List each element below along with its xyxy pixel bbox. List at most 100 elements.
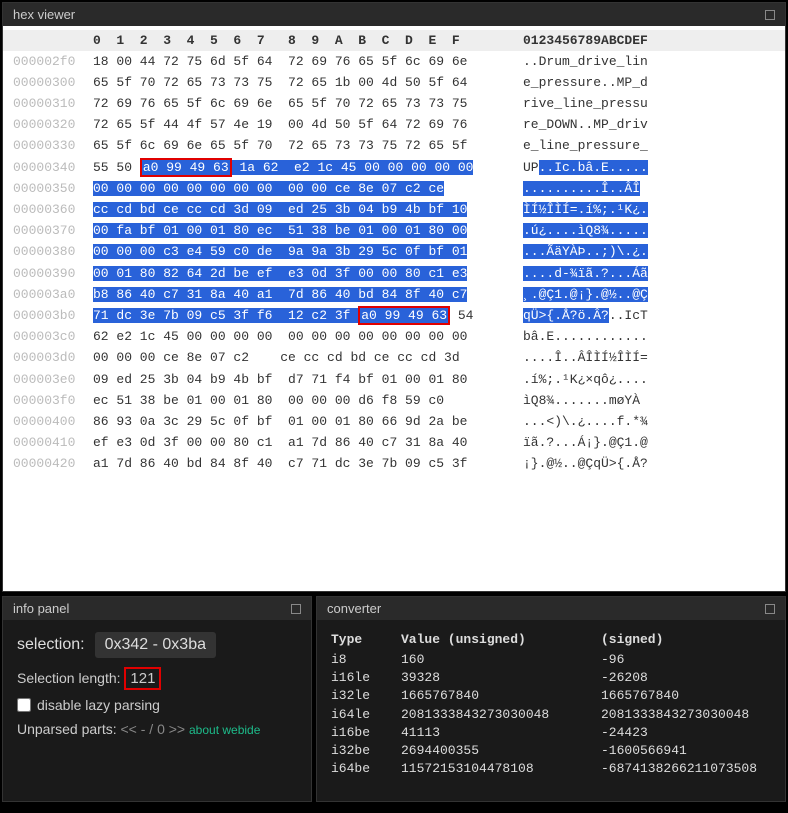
conv-signed: -26208	[601, 669, 771, 687]
hex-bytes[interactable]: 72 69 76 65 5f 6c 69 6e 65 5f 70 72 65 7…	[93, 95, 523, 113]
hex-ascii[interactable]: ïã.?...Á¡}.@Ç1.@	[523, 434, 703, 452]
hex-address: 000003b0	[3, 307, 93, 325]
unparsed-nav[interactable]: << - / 0 >>	[121, 721, 186, 737]
hex-row[interactable]: 0000033065 5f 6c 69 6e 65 5f 70 72 65 73…	[3, 136, 785, 157]
lazy-parsing-row[interactable]: disable lazy parsing	[17, 697, 297, 713]
unparsed-label: Unparsed parts:	[17, 721, 117, 737]
hex-row[interactable]: 000002f018 00 44 72 75 6d 5f 64 72 69 76…	[3, 51, 785, 72]
hex-row[interactable]: 00000420a1 7d 86 40 bd 84 8f 40 c7 71 dc…	[3, 454, 785, 475]
hex-address: 00000360	[3, 201, 93, 219]
hex-bytes[interactable]: 00 01 80 82 64 2d be ef e3 0d 3f 00 00 8…	[93, 265, 523, 283]
hex-ascii[interactable]: ¡}.@½..@ÇqÜ>{.Å?	[523, 455, 703, 473]
hex-ascii[interactable]: .ú¿....ìQ8¾.....	[523, 222, 703, 240]
info-panel-header: info panel	[3, 597, 311, 620]
highlight-marker: a0 99 49 63	[140, 158, 232, 177]
hex-bytes[interactable]: 72 65 5f 44 4f 57 4e 19 00 4d 50 5f 64 7…	[93, 116, 523, 134]
hex-address: 00000310	[3, 95, 93, 113]
hex-row[interactable]: 0000030065 5f 70 72 65 73 73 75 72 65 1b…	[3, 72, 785, 93]
hex-address: 000003d0	[3, 349, 93, 367]
hex-bytes[interactable]: 18 00 44 72 75 6d 5f 64 72 69 76 65 5f 6…	[93, 53, 523, 71]
panel-restore-icon[interactable]	[765, 10, 775, 20]
hex-bytes[interactable]: 71 dc 3e 7b 09 c5 3f f6 12 c2 3f a0 99 4…	[93, 307, 523, 325]
panel-restore-icon[interactable]	[765, 604, 775, 614]
conv-unsigned: 2081333843273030048	[401, 706, 601, 724]
hex-row[interactable]: 0000031072 69 76 65 5f 6c 69 6e 65 5f 70…	[3, 94, 785, 115]
hex-address: 00000400	[3, 413, 93, 431]
converter-panel: converter Type Value (unsigned) (signed)…	[316, 596, 786, 802]
hex-ascii[interactable]: e_line_pressure_	[523, 137, 703, 155]
hex-ascii[interactable]: .í%;.¹K¿×qô¿....	[523, 371, 703, 389]
selection-row: selection: 0x342 - 0x3ba	[17, 632, 297, 658]
hex-ascii[interactable]: bâ.E............	[523, 328, 703, 346]
hex-ascii[interactable]: ..........Î..ÂÎ	[523, 180, 703, 198]
hex-address: 00000340	[3, 159, 93, 177]
hex-address: 000002f0	[3, 53, 93, 71]
conv-unsigned: 2694400355	[401, 742, 601, 760]
hex-ascii[interactable]: ÌÍ½ÎÌÍ=.í%;.¹K¿.	[523, 201, 703, 219]
hex-bytes[interactable]: 09 ed 25 3b 04 b9 4b bf d7 71 f4 bf 01 0…	[93, 371, 523, 389]
converter-header: converter	[317, 597, 785, 620]
hex-ascii[interactable]: ....Î..ÂÎÌÍ½ÎÌÍ=	[523, 349, 703, 367]
hex-ascii[interactable]: ìQ8¾.......møYÀ	[523, 392, 703, 410]
hex-row[interactable]: 0000035000 00 00 00 00 00 00 00 00 00 ce…	[3, 178, 785, 199]
hex-row[interactable]: 00000360cc cd bd ce cc cd 3d 09 ed 25 3b…	[3, 200, 785, 221]
hex-bytes[interactable]: 00 fa bf 01 00 01 80 ec 51 38 be 01 00 0…	[93, 222, 523, 240]
hex-address: 00000380	[3, 243, 93, 261]
hex-row[interactable]: 00000410ef e3 0d 3f 00 00 80 c1 a1 7d 86…	[3, 433, 785, 454]
hex-bytes[interactable]: 00 00 00 00 00 00 00 00 00 00 ce 8e 07 c…	[93, 180, 523, 198]
converter-row: i32be2694400355-1600566941	[331, 742, 771, 760]
conv-signed: 2081333843273030048	[601, 706, 771, 724]
hex-bytes[interactable]: a1 7d 86 40 bd 84 8f 40 c7 71 dc 3e 7b 0…	[93, 455, 523, 473]
hex-row[interactable]: 0000038000 00 00 c3 e4 59 c0 de 9a 9a 3b…	[3, 242, 785, 263]
conv-type: i32be	[331, 742, 401, 760]
converter-row: i16be41113-24423	[331, 724, 771, 742]
hex-bytes[interactable]: 00 00 00 ce 8e 07 c2 ce cc cd bd ce cc c…	[93, 349, 523, 367]
hex-row[interactable]: 000003a0b8 86 40 c7 31 8a 40 a1 7d 86 40…	[3, 284, 785, 305]
hex-bytes[interactable]: 86 93 0a 3c 29 5c 0f bf 01 00 01 80 66 9…	[93, 413, 523, 431]
conv-signed: -24423	[601, 724, 771, 742]
lazy-parsing-label: disable lazy parsing	[37, 697, 160, 713]
conv-unsigned: 1665767840	[401, 687, 601, 705]
hex-bytes[interactable]: b8 86 40 c7 31 8a 40 a1 7d 86 40 bd 84 8…	[93, 286, 523, 304]
hex-ascii[interactable]: ....d-¾ïã.?...Áã	[523, 265, 703, 283]
about-webide-link[interactable]: about webide	[189, 723, 260, 737]
hex-row[interactable]: 0000037000 fa bf 01 00 01 80 ec 51 38 be…	[3, 221, 785, 242]
converter-title: converter	[327, 601, 381, 616]
hex-ascii[interactable]: qÜ>{.Å?ö.Â?..IcT	[523, 307, 703, 325]
conv-type: i64le	[331, 706, 401, 724]
conv-unsigned: 39328	[401, 669, 601, 687]
hex-row[interactable]: 0000034055 50 a0 99 49 63 1a 62 e2 1c 45…	[3, 157, 785, 178]
converter-row: i8160-96	[331, 651, 771, 669]
hex-ascii[interactable]: ...ÃäYÀÞ..;)\.¿.	[523, 243, 703, 261]
hex-address: 000003f0	[3, 392, 93, 410]
hex-bytes[interactable]: 65 5f 70 72 65 73 73 75 72 65 1b 00 4d 5…	[93, 74, 523, 92]
hex-row[interactable]: 0000032072 65 5f 44 4f 57 4e 19 00 4d 50…	[3, 115, 785, 136]
hex-bytes[interactable]: cc cd bd ce cc cd 3d 09 ed 25 3b 04 b9 4…	[93, 201, 523, 219]
hex-row[interactable]: 0000039000 01 80 82 64 2d be ef e3 0d 3f…	[3, 263, 785, 284]
hex-row[interactable]: 000003f0ec 51 38 be 01 00 01 80 00 00 00…	[3, 390, 785, 411]
hex-ascii[interactable]: UP..Ic.bâ.E.....	[523, 159, 703, 177]
hex-row[interactable]: 000003b071 dc 3e 7b 09 c5 3f f6 12 c2 3f…	[3, 305, 785, 326]
hex-row[interactable]: 000003e009 ed 25 3b 04 b9 4b bf d7 71 f4…	[3, 369, 785, 390]
panel-restore-icon[interactable]	[291, 604, 301, 614]
hex-ascii[interactable]: e_pressure..MP_d	[523, 74, 703, 92]
hex-row[interactable]: 000003c062 e2 1c 45 00 00 00 00 00 00 00…	[3, 327, 785, 348]
hex-bytes[interactable]: 65 5f 6c 69 6e 65 5f 70 72 65 73 73 75 7…	[93, 137, 523, 155]
hex-viewer-panel: hex viewer . 0 1 2 3 4 5 6 7 8 9 A B C D…	[2, 2, 786, 592]
conv-signed: -1600566941	[601, 742, 771, 760]
hex-bytes[interactable]: ec 51 38 be 01 00 01 80 00 00 00 d6 f8 5…	[93, 392, 523, 410]
hex-row[interactable]: 000003d000 00 00 ce 8e 07 c2 ce cc cd bd…	[3, 348, 785, 369]
hex-ascii[interactable]: ..Drum_drive_lin	[523, 53, 703, 71]
hex-row[interactable]: 0000040086 93 0a 3c 29 5c 0f bf 01 00 01…	[3, 411, 785, 432]
hex-ascii[interactable]: re_DOWN..MP_driv	[523, 116, 703, 134]
lazy-parsing-checkbox[interactable]	[17, 698, 31, 712]
hex-bytes[interactable]: 00 00 00 c3 e4 59 c0 de 9a 9a 3b 29 5c 0…	[93, 243, 523, 261]
selection-value: 0x342 - 0x3ba	[95, 632, 216, 658]
hex-bytes[interactable]: ef e3 0d 3f 00 00 80 c1 a1 7d 86 40 c7 3…	[93, 434, 523, 452]
hex-ascii[interactable]: rive_line_pressu	[523, 95, 703, 113]
hex-bytes[interactable]: 62 e2 1c 45 00 00 00 00 00 00 00 00 00 0…	[93, 328, 523, 346]
hex-bytes[interactable]: 55 50 a0 99 49 63 1a 62 e2 1c 45 00 00 0…	[93, 159, 523, 177]
hex-ascii[interactable]: ...<)\.¿....f.*¾	[523, 413, 703, 431]
hex-ascii[interactable]: ¸.@Ç1.@¡}.@½..@Ç	[523, 286, 703, 304]
hex-body[interactable]: . 0 1 2 3 4 5 6 7 8 9 A B C D E F 012345…	[3, 26, 785, 588]
